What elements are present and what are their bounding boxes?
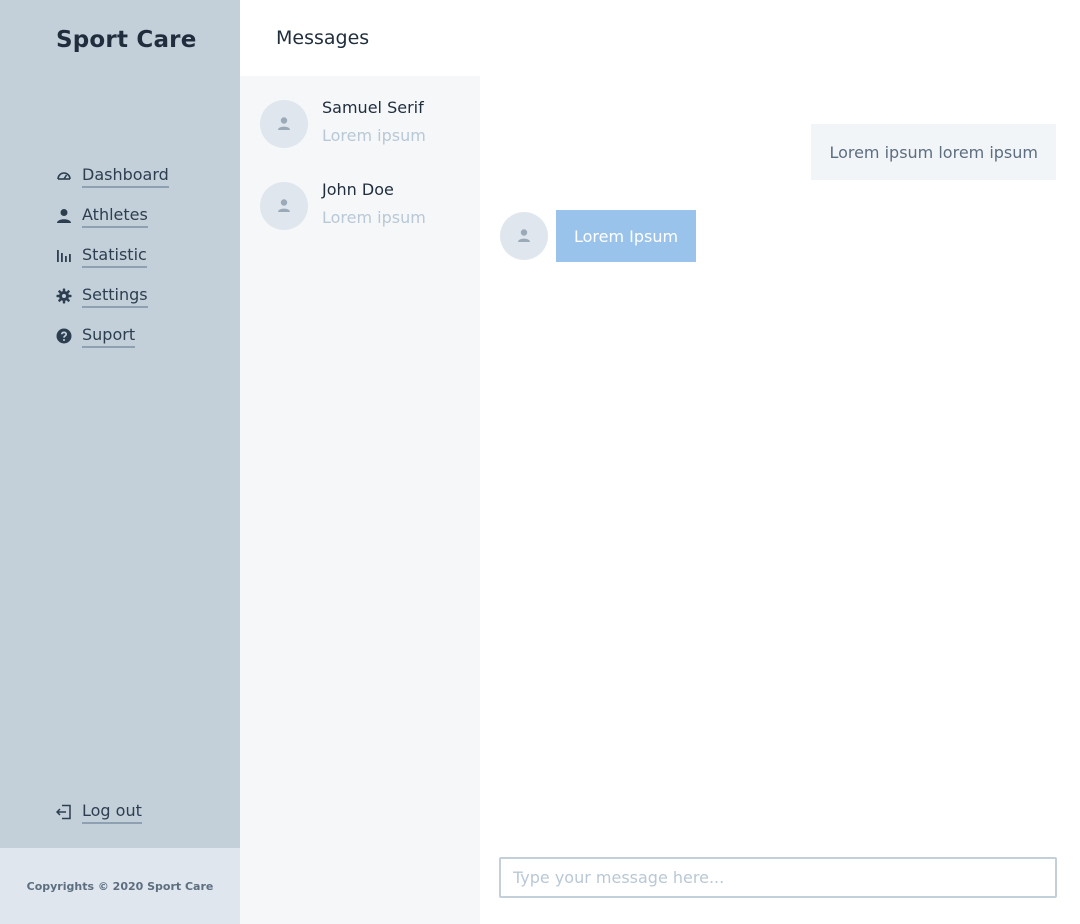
contact-item-samuel-serif[interactable]: Samuel Serif Lorem ipsum bbox=[240, 98, 480, 182]
sidebar: Sport Care Dashboard Athletes Statistic … bbox=[0, 0, 240, 924]
avatar bbox=[260, 100, 308, 148]
sidebar-footer: Copyrights © 2020 Sport Care bbox=[0, 848, 240, 924]
sidebar-item-settings[interactable]: Settings bbox=[56, 276, 169, 316]
sidebar-item-label: Dashboard bbox=[82, 165, 169, 188]
help-icon bbox=[56, 328, 72, 344]
contact-list: Samuel Serif Lorem ipsum John Doe Lorem … bbox=[240, 76, 480, 924]
contact-text: Samuel Serif Lorem ipsum bbox=[322, 98, 426, 146]
person-icon bbox=[518, 229, 530, 242]
logout-icon bbox=[56, 804, 72, 820]
sidebar-item-label: Athletes bbox=[82, 205, 148, 228]
person-icon bbox=[278, 199, 290, 212]
dashboard-icon bbox=[56, 168, 72, 184]
sidebar-item-label: Suport bbox=[82, 325, 136, 348]
contact-name: Samuel Serif bbox=[322, 98, 424, 117]
bar-chart-icon bbox=[56, 248, 72, 264]
received-message-row: Lorem Ipsum bbox=[500, 210, 697, 262]
logout-button[interactable]: Log out bbox=[56, 792, 142, 832]
person-icon bbox=[278, 117, 290, 130]
app-logo[interactable]: Sport Care bbox=[56, 27, 197, 53]
sidebar-item-athletes[interactable]: Athletes bbox=[56, 196, 169, 236]
message-composer bbox=[499, 857, 1057, 898]
copyright-text: Copyrights © 2020 Sport Care bbox=[26, 879, 214, 893]
contact-preview: Lorem ipsum bbox=[322, 126, 426, 145]
sidebar-nav: Dashboard Athletes Statistic Settings Su… bbox=[56, 156, 169, 356]
logout-label: Log out bbox=[82, 801, 142, 824]
contact-name: John Doe bbox=[322, 180, 394, 199]
sent-message-bubble: Lorem ipsum lorem ipsum bbox=[811, 124, 1056, 180]
contact-text: John Doe Lorem ipsum bbox=[322, 180, 426, 228]
page-title: Messages bbox=[276, 27, 370, 49]
sidebar-item-label: Statistic bbox=[82, 245, 147, 268]
avatar bbox=[500, 212, 548, 260]
contact-item-john-doe[interactable]: John Doe Lorem ipsum bbox=[240, 180, 480, 264]
contact-preview: Lorem ipsum bbox=[322, 208, 426, 227]
sidebar-item-label: Settings bbox=[82, 285, 148, 308]
sidebar-item-statistic[interactable]: Statistic bbox=[56, 236, 169, 276]
person-icon bbox=[56, 208, 72, 224]
message-input[interactable] bbox=[501, 859, 1055, 896]
sidebar-item-support[interactable]: Suport bbox=[56, 316, 169, 356]
received-message-bubble: Lorem Ipsum bbox=[556, 210, 697, 262]
avatar bbox=[260, 182, 308, 230]
sidebar-item-dashboard[interactable]: Dashboard bbox=[56, 156, 169, 196]
chat-thread: Lorem ipsum lorem ipsum Lorem Ipsum bbox=[480, 76, 1080, 924]
gear-icon bbox=[56, 288, 72, 304]
